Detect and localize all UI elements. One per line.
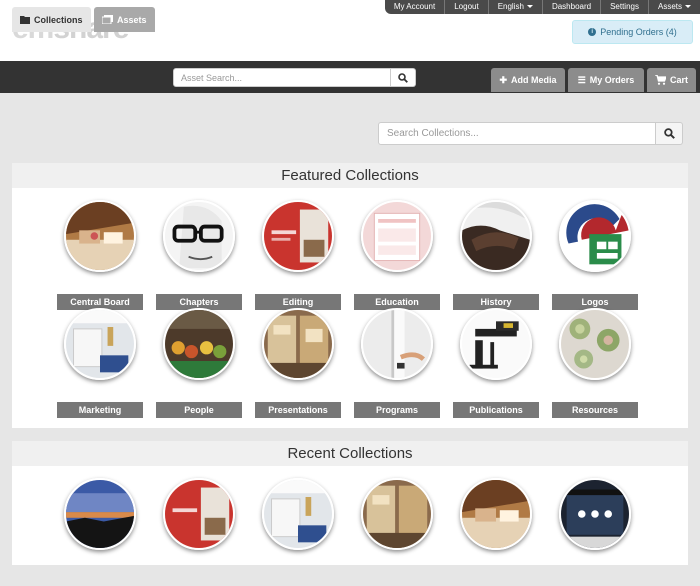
recent-collection-card[interactable] xyxy=(354,478,440,586)
collection-card-people[interactable]: People xyxy=(156,308,242,418)
collection-label[interactable]: Programs xyxy=(354,402,440,418)
logout-link[interactable]: Logout xyxy=(444,0,487,14)
collection-thumbnail[interactable] xyxy=(361,200,433,272)
recent-collections-panel: Recent Collections xyxy=(12,441,688,565)
collection-thumbnail[interactable] xyxy=(163,478,235,550)
collection-card-programs[interactable]: Programs xyxy=(354,308,440,418)
collection-thumbnail[interactable] xyxy=(163,200,235,272)
collection-thumbnail[interactable] xyxy=(559,200,631,272)
collection-card-publications[interactable]: Publications xyxy=(453,308,539,418)
collection-label[interactable]: Resources xyxy=(552,402,638,418)
asset-search-input[interactable]: Asset Search... xyxy=(173,68,391,87)
collection-search-button[interactable] xyxy=(656,122,683,145)
collection-card-chapters[interactable]: Chapters xyxy=(156,200,242,310)
collection-thumbnail[interactable] xyxy=(460,308,532,380)
collection-thumbnail[interactable] xyxy=(64,308,136,380)
cart-icon xyxy=(654,75,666,85)
recent-collection-card[interactable] xyxy=(156,478,242,586)
asset-search-button[interactable] xyxy=(391,68,416,87)
info-icon: i xyxy=(588,28,597,36)
tab-assets-label: Assets xyxy=(117,14,147,25)
featured-collections-panel: Featured Collections Central Board Chapt… xyxy=(12,163,688,428)
collection-card-resources[interactable]: Resources xyxy=(552,308,638,418)
tab-collections[interactable]: Collections xyxy=(12,7,91,32)
collection-thumbnail[interactable] xyxy=(361,308,433,380)
assets-dropdown[interactable]: Assets xyxy=(647,0,700,14)
collection-label[interactable]: Marketing xyxy=(57,402,143,418)
my-orders-button[interactable]: ☰ My Orders xyxy=(568,68,644,92)
collection-search: Search Collections... xyxy=(378,122,683,145)
recent-collections-title: Recent Collections xyxy=(12,441,688,466)
collection-card-marketing[interactable]: Marketing xyxy=(57,308,143,418)
add-media-label: Add Media xyxy=(511,75,557,85)
folder-icon xyxy=(20,16,30,24)
collection-label[interactable]: People xyxy=(156,402,242,418)
collection-thumbnail[interactable] xyxy=(460,478,532,550)
collection-thumbnail[interactable] xyxy=(64,200,136,272)
collection-thumbnail[interactable] xyxy=(262,308,334,380)
cart-label: Cart xyxy=(669,75,688,85)
collection-thumbnail[interactable] xyxy=(262,200,334,272)
tab-collections-label: Collections xyxy=(34,14,83,25)
recent-collection-card[interactable] xyxy=(453,478,539,586)
pending-orders-alert[interactable]: i Pending Orders (4) xyxy=(572,20,693,44)
utility-bar: My Account Logout English Dashboard Sett… xyxy=(384,0,700,14)
featured-collections-title: Featured Collections xyxy=(12,163,688,188)
recent-collection-card[interactable] xyxy=(255,478,341,586)
collection-card-central-board[interactable]: Central Board xyxy=(57,200,143,310)
collection-thumbnail[interactable] xyxy=(64,478,136,550)
collection-thumbnail[interactable] xyxy=(361,478,433,550)
collection-card-history[interactable]: History xyxy=(453,200,539,310)
cart-button[interactable]: Cart xyxy=(647,68,696,92)
collection-thumbnail[interactable] xyxy=(262,478,334,550)
settings-link[interactable]: Settings xyxy=(600,0,648,14)
my-account-link[interactable]: My Account xyxy=(385,0,444,14)
collection-label[interactable]: Presentations xyxy=(255,402,341,418)
asset-search: Asset Search... xyxy=(173,68,416,87)
list-icon: ☰ xyxy=(577,74,586,85)
recent-collection-card[interactable] xyxy=(552,478,638,586)
collection-card-education[interactable]: Education xyxy=(354,200,440,310)
collection-thumbnail[interactable] xyxy=(559,308,631,380)
plus-icon: ✚ xyxy=(499,74,508,85)
dashboard-link[interactable]: Dashboard xyxy=(541,0,600,14)
recent-collection-card[interactable] xyxy=(57,478,143,586)
collection-card-presentations[interactable]: Presentations xyxy=(255,308,341,418)
add-media-button[interactable]: ✚ Add Media xyxy=(491,68,565,92)
collection-thumbnail[interactable] xyxy=(460,200,532,272)
search-icon xyxy=(663,128,675,139)
collection-thumbnail[interactable] xyxy=(559,478,631,550)
tab-assets[interactable]: Assets xyxy=(94,7,155,32)
collection-search-input[interactable]: Search Collections... xyxy=(378,122,656,145)
search-icon xyxy=(398,72,408,83)
my-orders-label: My Orders xyxy=(589,75,635,85)
collection-card-logos[interactable]: Logos xyxy=(552,200,638,310)
language-dropdown[interactable]: English xyxy=(487,0,542,14)
collection-card-editing[interactable]: Editing xyxy=(255,200,341,310)
collection-thumbnail[interactable] xyxy=(163,308,235,380)
pending-orders-label: Pending Orders (4) xyxy=(600,27,677,37)
images-icon xyxy=(102,15,113,24)
collection-label[interactable]: Publications xyxy=(453,402,539,418)
